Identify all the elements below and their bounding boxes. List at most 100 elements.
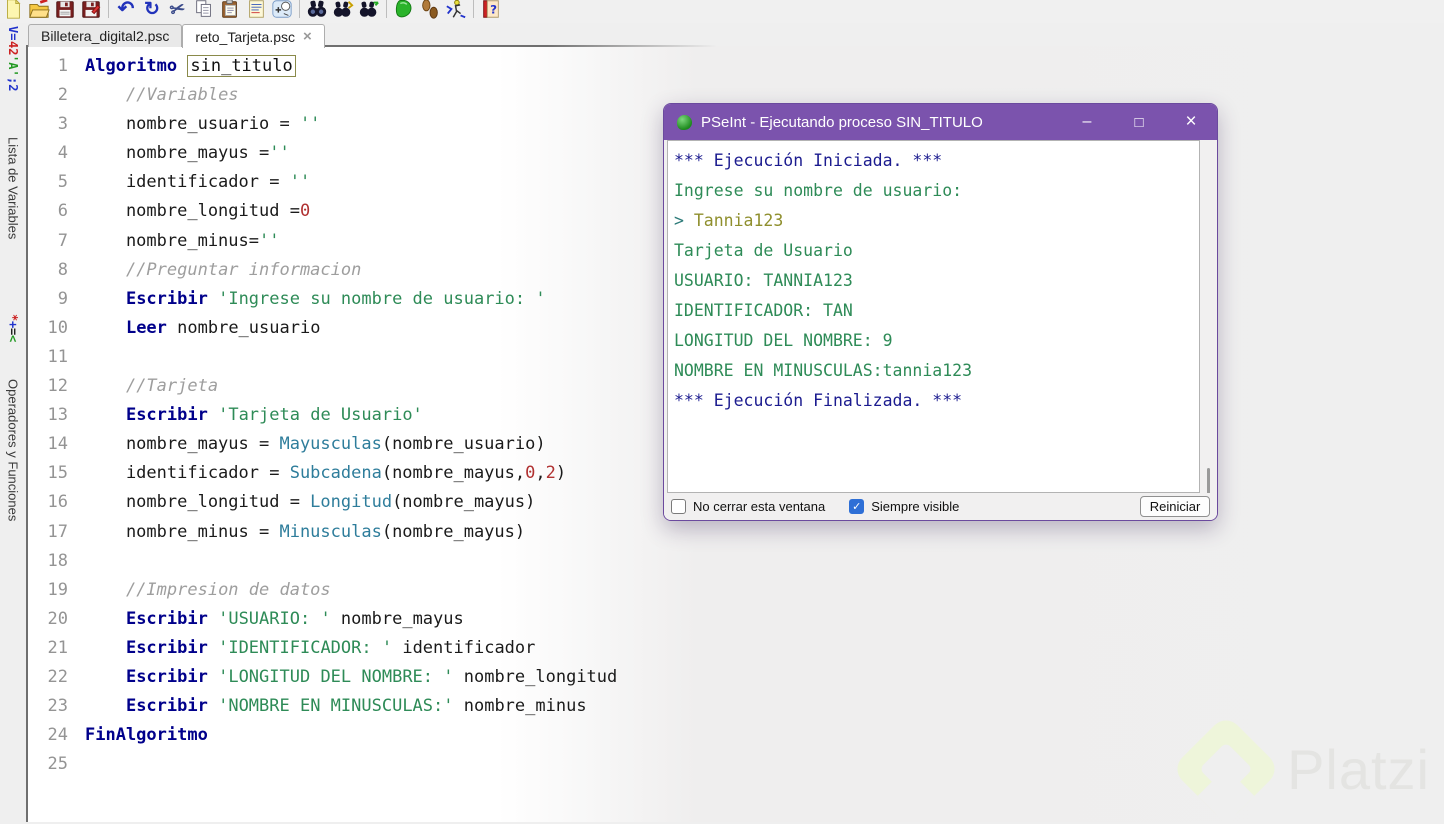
tab-close-icon[interactable]: × [303,29,312,44]
tab-label: Billetera_digital2.psc [41,28,169,44]
code-text: identificador = '' [85,168,310,197]
code-line: 16 nombre_longitud = Longitud(nombre_may… [28,488,688,517]
code-line: 17 nombre_minus = Minusculas(nombre_mayu… [28,518,688,547]
code-text: nombre_usuario = '' [85,110,320,139]
console-line: Tarjeta de Usuario [674,236,1193,266]
line-number: 6 [28,197,68,226]
code-text: Escribir 'Ingrese su nombre de usuario: … [85,285,546,314]
platzi-watermark-text: Platzi [1287,737,1430,802]
line-number: 16 [28,488,68,517]
line-number: 8 [28,256,68,285]
line-number: 22 [28,663,68,692]
line-number: 20 [28,605,68,634]
code-line: 21 Escribir 'IDENTIFICADOR: ' identifica… [28,634,688,663]
line-number: 11 [28,343,68,372]
code-text: Algoritmo sin_titulo [85,52,296,81]
line-number: 19 [28,576,68,605]
code-text: //Tarjeta [85,372,218,401]
execution-window[interactable]: PSeInt - Ejecutando proceso SIN_TITULO –… [663,103,1218,521]
code-text: nombre_longitud =0 [85,197,310,226]
cut-icon[interactable]: ✂ [165,0,191,20]
code-line: 5 identificador = '' [28,168,688,197]
code-text: Leer nombre_usuario [85,314,320,343]
code-line: 9 Escribir 'Ingrese su nombre de usuario… [28,285,688,314]
line-number: 13 [28,401,68,430]
no-close-checkbox[interactable] [671,499,686,514]
code-line: 18 [28,547,688,576]
code-text: //Preguntar informacion [85,256,361,285]
line-number: 10 [28,314,68,343]
tab-Billetera_digital2.psc[interactable]: Billetera_digital2.psc [28,24,182,47]
console-line: > Tannia123 [674,206,1193,236]
tab-bar: Billetera_digital2.psc reto_Tarjeta.psc × [28,24,325,47]
code-line: 25 [28,750,688,779]
toolbar-separator [386,0,387,18]
code-text: nombre_mayus ='' [85,139,290,168]
line-number: 9 [28,285,68,314]
line-number: 23 [28,692,68,721]
console-line: *** Ejecución Iniciada. *** [674,146,1193,176]
line-number: 25 [28,750,68,779]
code-text: nombre_mayus = Mayusculas(nombre_usuario… [85,430,546,459]
undo-icon[interactable]: ↶ [113,0,139,20]
code-line: 10 Leer nombre_usuario [28,314,688,343]
step-run-icon[interactable] [417,0,443,20]
always-visible-checkbox[interactable]: ✓ [849,499,864,514]
copy-icon[interactable] [191,0,217,20]
code-line: 11 [28,343,688,372]
code-text: Escribir 'IDENTIFICADOR: ' identificador [85,634,535,663]
save-as-icon[interactable] [78,0,104,20]
line-number: 3 [28,110,68,139]
line-number: 1 [28,52,68,81]
panel-tab-operadores-y-funciones[interactable]: Operadores y Funciones [0,360,26,540]
toolbar-separator [299,0,300,18]
restart-button[interactable]: Reiniciar [1140,496,1210,517]
code-text: nombre_minus = Minusculas(nombre_mayus) [85,518,525,547]
code-text: Escribir 'USUARIO: ' nombre_mayus [85,605,464,634]
line-number: 12 [28,372,68,401]
redo-icon[interactable]: ↻ [139,0,165,20]
code-line: 23 Escribir 'NOMBRE EN MINUSCULAS:' nomb… [28,692,688,721]
code-text: Escribir 'Tarjeta de Usuario' [85,401,423,430]
no-close-checkbox-label: No cerrar esta ventana [693,499,825,514]
left-panel-strip: V=42'A';2Lista de Variables *+=< Operadore… [0,24,26,822]
run-to-line-icon[interactable] [443,0,469,20]
code-line: 1 Algoritmo sin_titulo [28,52,688,81]
maximize-icon[interactable]: □ [1113,104,1165,140]
pseint-app-icon [677,115,692,130]
console-line: Ingrese su nombre de usuario: [674,176,1193,206]
insert-snippet-icon[interactable] [269,0,295,20]
code-editor[interactable]: 1Algoritmo sin_titulo2 //Variables3 nomb… [28,52,688,779]
panel-icon-variables[interactable]: V=42'A';2 [0,28,26,90]
console-line: LONGITUD DEL NOMBRE: 9 [674,326,1193,356]
code-text: nombre_minus='' [85,227,279,256]
save-icon[interactable] [52,0,78,20]
line-number: 24 [28,721,68,750]
code-text: FinAlgoritmo [85,721,208,750]
console-line: NOMBRE EN MINUSCULAS:tannia123 [674,356,1193,386]
find-next-icon[interactable] [330,0,356,20]
paste-icon[interactable] [217,0,243,20]
execution-console[interactable]: *** Ejecución Iniciada. ***Ingrese su no… [667,140,1200,493]
line-number: 21 [28,634,68,663]
close-icon[interactable]: × [1165,104,1217,140]
console-line: USUARIO: TANNIA123 [674,266,1193,296]
platzi-logo-icon [1171,714,1281,824]
replace-icon[interactable] [356,0,382,20]
run-icon[interactable] [391,0,417,20]
panel-icon-operators[interactable]: *+=< [0,300,26,356]
svg-text:?: ? [490,3,497,17]
panel-tab-lista-de-variables[interactable]: Lista de Variables [0,88,26,288]
format-source-icon[interactable] [243,0,269,20]
help-icon[interactable]: ? [478,0,504,20]
new-file-icon[interactable] [0,0,26,20]
tab-reto_Tarjeta.psc[interactable]: reto_Tarjeta.psc × [182,24,324,48]
open-file-icon[interactable] [26,0,52,20]
toolbar-separator [473,0,474,18]
tab-label: reto_Tarjeta.psc [195,29,295,45]
console-line: IDENTIFICADOR: TAN [674,296,1193,326]
code-text: //Impresion de datos [85,576,331,605]
minimize-icon[interactable]: – [1061,104,1113,140]
code-text: Escribir 'LONGITUD DEL NOMBRE: ' nombre_… [85,663,617,692]
find-icon[interactable] [304,0,330,20]
